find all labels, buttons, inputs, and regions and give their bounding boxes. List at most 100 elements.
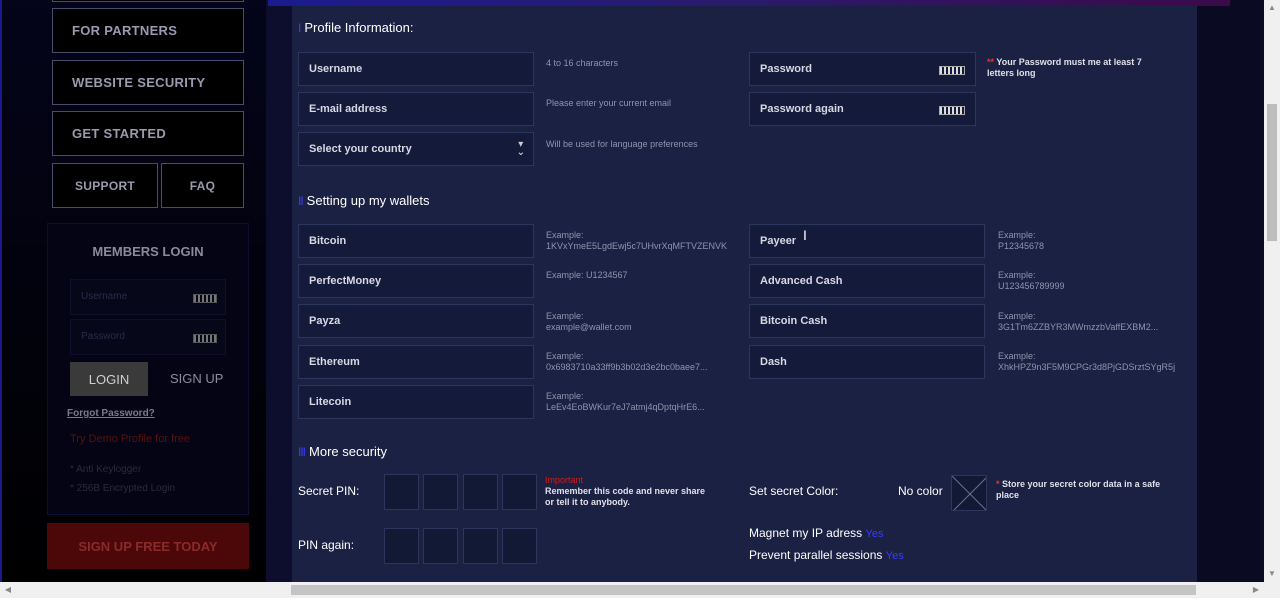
- wallet-label: PerfectMoney: [309, 275, 382, 287]
- pin-again-label: PIN again:: [298, 538, 355, 552]
- profile-section-title: I Profile Information:: [298, 20, 413, 35]
- note-star: *: [996, 479, 1000, 489]
- country-select-value: Select your country: [309, 143, 412, 155]
- wallet-bitcoincash-field[interactable]: Bitcoin Cash: [749, 304, 985, 338]
- scroll-down-icon[interactable]: ▼: [1264, 566, 1280, 582]
- pin-note-text: Remember this code and never share or te…: [545, 486, 706, 507]
- email-field[interactable]: E-mail address: [298, 92, 534, 126]
- pin-again-digit-input[interactable]: [384, 528, 419, 564]
- security-section-title: III More security: [298, 444, 387, 459]
- scroll-right-icon[interactable]: ▶: [1248, 582, 1264, 598]
- magnet-ip-row: Magnet my IP adress Yes: [749, 526, 883, 540]
- username-field[interactable]: Username: [298, 52, 534, 86]
- wallet-label: Litecoin: [309, 396, 352, 408]
- password-again-field[interactable]: Password again: [749, 92, 976, 126]
- color-picker-swatch[interactable]: [951, 475, 987, 511]
- scrollbar-thumb[interactable]: [291, 585, 1196, 595]
- wallet-label: Payza: [309, 315, 341, 327]
- section-marker: III: [298, 444, 306, 459]
- login-username-placeholder: Username: [81, 291, 128, 302]
- country-select[interactable]: Select your country ▾ ⌄: [298, 132, 534, 166]
- section-marker: II: [298, 193, 304, 208]
- wallet-label: Ethereum: [309, 356, 360, 368]
- note-text: Your Password must me at least 7 letters…: [987, 57, 1142, 78]
- secret-pin-label: Secret PIN:: [298, 484, 360, 498]
- important-label: Important: [545, 475, 584, 485]
- password-again-placeholder: Password again: [760, 103, 844, 115]
- hint-line: Example:: [546, 230, 584, 240]
- hint-line: Example:: [998, 311, 1036, 321]
- nav-item-support[interactable]: SUPPORT: [52, 163, 158, 208]
- login-password-input[interactable]: Password: [70, 319, 226, 355]
- demo-profile-link[interactable]: Try Demo Profile for free: [70, 433, 190, 445]
- password-placeholder: Password: [760, 63, 812, 75]
- hint-line: Example:: [998, 230, 1036, 240]
- wallet-bitcoin-hint: Example: 1KVxYmeE5LgdEwj5c7UHvrXqMFTVZENV…: [546, 230, 727, 252]
- wallet-label: Bitcoin: [309, 235, 347, 247]
- pin-digit-input[interactable]: [384, 474, 419, 510]
- pin-digit-input[interactable]: [423, 474, 458, 510]
- content-gutter: [266, 0, 292, 598]
- feature-anti-keylogger: * Anti Keylogger: [70, 464, 142, 475]
- login-username-input[interactable]: Username: [70, 279, 226, 315]
- pin-digit-input[interactable]: [463, 474, 498, 510]
- forgot-password-link[interactable]: Forgot Password?: [67, 408, 155, 419]
- pin-again-digit-input[interactable]: [423, 528, 458, 564]
- login-button[interactable]: LOGIN: [70, 362, 148, 396]
- hint-line: 3G1Tm6ZZBYR3MWmzzbVaffEXBM2...: [998, 322, 1159, 332]
- wallet-payza-hint: Example: example@wallet.com: [546, 311, 632, 333]
- wallet-payeer-field[interactable]: Payeer: [749, 224, 985, 258]
- text-cursor-icon: I: [803, 227, 807, 243]
- wallet-bitcoincash-hint: Example: 3G1Tm6ZZBYR3MWmzzbVaffEXBM2...: [998, 311, 1158, 333]
- login-password-placeholder: Password: [81, 331, 125, 342]
- no-color-icon: [952, 476, 986, 510]
- wallet-ethereum-field[interactable]: Ethereum: [298, 345, 534, 379]
- nav-item-label: GET STARTED: [72, 126, 167, 141]
- color-note: * Store your secret color data in a safe…: [996, 479, 1176, 501]
- pin-again-digit-input[interactable]: [463, 528, 498, 564]
- hint-line: Example:: [546, 351, 584, 361]
- nav-item-faq[interactable]: FAQ: [161, 163, 244, 208]
- password-field[interactable]: Password: [749, 52, 976, 86]
- wallet-perfectmoney-field[interactable]: PerfectMoney: [298, 264, 534, 298]
- wallet-litecoin-hint: Example: LeEv4EoBWKur7eJ7atmj4qDptqHrE6..…: [546, 391, 705, 413]
- parallel-sessions-toggle[interactable]: Yes: [886, 550, 904, 562]
- nav-item-top-partial[interactable]: [52, 0, 244, 2]
- nav-item-label: FAQ: [189, 178, 216, 193]
- username-placeholder: Username: [309, 63, 363, 75]
- wallet-payza-field[interactable]: Payza: [298, 304, 534, 338]
- wallets-section-title: II Setting up my wallets: [298, 193, 430, 208]
- wallet-litecoin-field[interactable]: Litecoin: [298, 385, 534, 419]
- virtual-keyboard-icon[interactable]: [193, 294, 217, 303]
- vertical-scrollbar[interactable]: ▲ ▼: [1264, 0, 1280, 582]
- nav-item-label: SUPPORT: [74, 178, 136, 193]
- virtual-keyboard-icon[interactable]: [193, 334, 217, 343]
- pin-digit-input[interactable]: [502, 474, 537, 510]
- signup-link[interactable]: SIGN UP: [170, 371, 223, 386]
- username-hint: 4 to 16 characters: [546, 58, 619, 68]
- nav-item-for-partners[interactable]: FOR PARTNERS: [52, 8, 244, 53]
- chevron-down-icon: ▾ ⌄: [516, 139, 525, 158]
- horizontal-scrollbar[interactable]: ◀ ▶: [0, 582, 1280, 598]
- section-title-text: Profile Information:: [304, 20, 414, 35]
- scroll-up-icon[interactable]: ▲: [1264, 0, 1280, 16]
- nav-item-get-started[interactable]: GET STARTED: [52, 111, 244, 156]
- wallet-label: Advanced Cash: [760, 275, 843, 287]
- secret-color-label: Set secret Color:: [749, 484, 839, 498]
- wallet-advcash-field[interactable]: Advanced Cash: [749, 264, 985, 298]
- pin-again-digit-input[interactable]: [502, 528, 537, 564]
- parallel-sessions-label: Prevent parallel sessions: [749, 548, 883, 562]
- scrollbar-thumb[interactable]: [1267, 104, 1277, 241]
- hint-line: 1KVxYmeE5LgdEwj5c7UHvrXqMFTVZENVK: [546, 241, 728, 251]
- section-title-text: Setting up my wallets: [306, 193, 430, 208]
- right-gutter: [1197, 0, 1267, 598]
- virtual-keyboard-icon[interactable]: [939, 66, 965, 75]
- wallet-bitcoin-field[interactable]: Bitcoin: [298, 224, 534, 258]
- nav-item-website-security[interactable]: WEBSITE SECURITY: [52, 60, 244, 105]
- scroll-left-icon[interactable]: ◀: [0, 582, 16, 598]
- virtual-keyboard-icon[interactable]: [939, 106, 965, 115]
- note-text: Store your secret color data in a safe p…: [996, 479, 1161, 500]
- wallet-dash-field[interactable]: Dash: [749, 345, 985, 379]
- signup-free-button[interactable]: SIGN UP FREE TODAY: [47, 523, 249, 569]
- magnet-ip-toggle[interactable]: Yes: [866, 528, 884, 540]
